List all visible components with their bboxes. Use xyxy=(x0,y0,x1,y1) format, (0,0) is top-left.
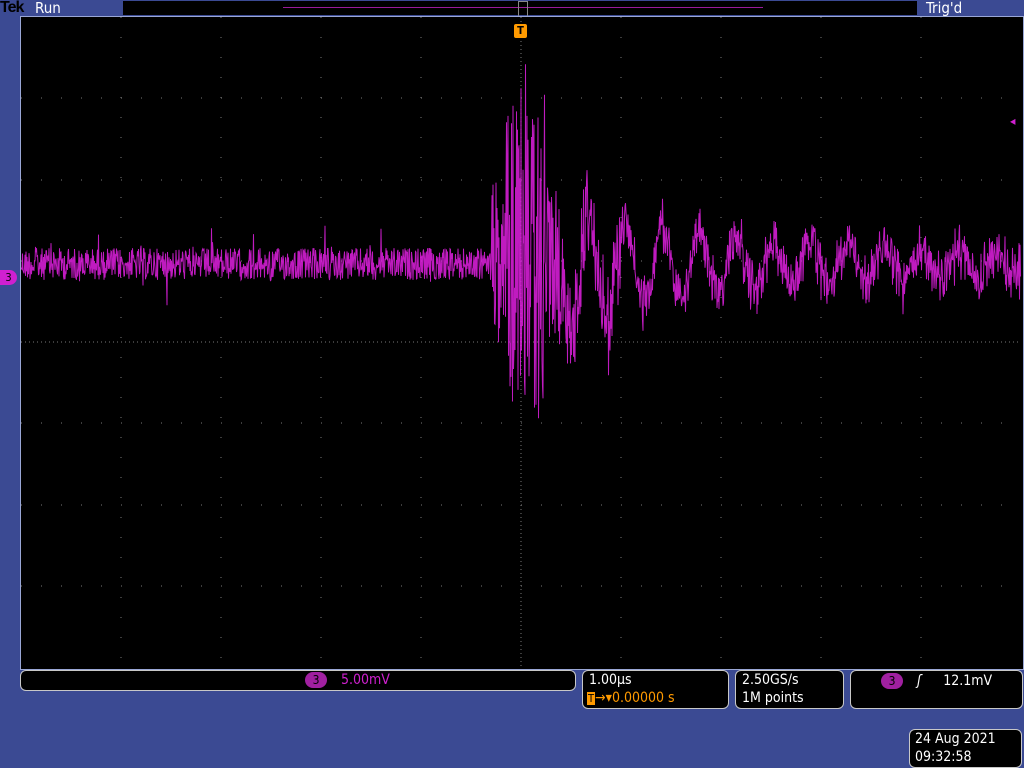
channel-3-ground-marker[interactable]: 3 xyxy=(0,270,17,285)
trigger-level-marker[interactable]: ◂ xyxy=(1010,114,1015,128)
graticule[interactable] xyxy=(20,16,1024,670)
trigger-position-marker[interactable]: T xyxy=(514,24,527,38)
trigger-level: 12.1mV xyxy=(943,673,993,689)
vertical-scale: 5.00mV xyxy=(341,672,390,688)
trigger-icon: T xyxy=(587,692,596,705)
trigger-source-badge: 3 xyxy=(881,673,903,689)
sample-rate: 2.50GS/s xyxy=(742,672,799,688)
channel-3-waveform xyxy=(21,64,1021,419)
time-per-div: 1.00µs xyxy=(589,672,632,688)
delay-arrow-icon: →▾ xyxy=(595,690,612,706)
rising-edge-icon: ʃ xyxy=(917,673,922,689)
acquisition-state[interactable]: Run xyxy=(35,0,61,17)
brand-logo: Tek xyxy=(0,0,24,16)
vertical-readout[interactable]: 3 5.00mV xyxy=(20,670,576,691)
time: 09:32:58 xyxy=(915,749,972,765)
horizontal-delay: 0.00000 s xyxy=(611,690,675,706)
trigger-status: Trig'd xyxy=(926,0,963,17)
acquisition-readout[interactable]: 2.50GS/s 1M points xyxy=(735,670,844,709)
date: 24 Aug 2021 xyxy=(915,731,996,747)
record-view[interactable] xyxy=(123,1,917,17)
record-window[interactable] xyxy=(518,1,528,17)
record-length: 1M points xyxy=(742,690,804,706)
waveform-display xyxy=(21,17,1021,667)
datetime-readout[interactable]: 24 Aug 2021 09:32:58 xyxy=(909,729,1022,768)
channel-3-badge: 3 xyxy=(305,672,327,688)
horizontal-readout[interactable]: 1.00µs T→▾0.00000 s xyxy=(582,670,729,709)
trigger-readout[interactable]: 3 ʃ 12.1mV xyxy=(850,670,1023,709)
